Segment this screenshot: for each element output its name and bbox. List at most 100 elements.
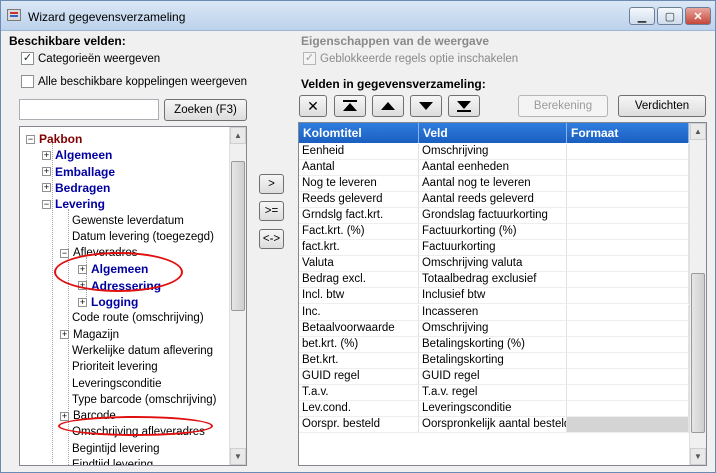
collapse-icon[interactable]: − (26, 134, 35, 144)
grid-scrollbar[interactable]: ▲ ▼ (689, 123, 706, 465)
cell-field[interactable]: T.a.v. regel (419, 384, 567, 401)
cell-field[interactable]: Inclusief btw (419, 288, 567, 305)
cell-title[interactable]: Reeds geleverd (299, 192, 419, 209)
search-button[interactable]: Zoeken (F3) (164, 99, 247, 121)
table-row[interactable]: fact.krt. Factuurkorting (299, 240, 689, 257)
cell-title[interactable]: Oorspr. besteld (299, 416, 419, 433)
move-bottom-button[interactable] (448, 95, 480, 117)
collapse-icon[interactable]: − (60, 248, 69, 258)
table-row[interactable]: T.a.v. T.a.v. regel (299, 384, 689, 401)
collapse-icon[interactable]: − (42, 199, 51, 209)
cell-field[interactable]: Betalingskorting (419, 352, 567, 369)
collapse-button[interactable]: Verdichten (618, 95, 706, 117)
move-down-button[interactable] (410, 95, 442, 117)
expand-icon[interactable]: + (78, 297, 87, 307)
tree-item[interactable]: Eindtijd levering (72, 457, 153, 465)
cell-title[interactable]: Lev.cond. (299, 400, 419, 417)
table-row[interactable]: Oorspr. besteld Oorspronkelijk aantal bes… (299, 416, 689, 433)
tree-item[interactable]: + Algemeen (78, 261, 148, 277)
tree-item[interactable]: Type barcode (omschrijving) (72, 392, 216, 408)
cell-field[interactable]: Leveringsconditie (419, 400, 567, 417)
cell-title[interactable]: Eenheid (299, 144, 419, 160)
dataset-fields-grid[interactable]: Kolomtitel Veld Formaat Eenheid Omschrijv… (298, 122, 707, 466)
cell-title[interactable]: Bedrag excl. (299, 272, 419, 289)
expand-icon[interactable]: + (60, 411, 69, 421)
table-row[interactable]: Betaalvoorwaarde Omschrijving (299, 320, 689, 337)
tree-item[interactable]: Omschrijving afleveradres (72, 424, 205, 440)
cell-field[interactable]: Omschrijving valuta (419, 256, 567, 273)
table-row[interactable]: Incl. btw Inclusief btw (299, 288, 689, 305)
cell-title[interactable]: bet.krt. (%) (299, 336, 419, 353)
cell-field[interactable]: Aantal nog te leveren (419, 176, 567, 193)
cell-title[interactable]: Fact.krt. (%) (299, 224, 419, 241)
tree-item[interactable]: + Bedragen (42, 180, 110, 196)
tree-item[interactable]: Begintijd levering (72, 441, 160, 457)
table-row[interactable]: Bet.krt. Betalingskorting (299, 352, 689, 369)
tree-item[interactable]: + Barcode (60, 408, 116, 424)
tree-item[interactable]: Leveringsconditie (72, 376, 162, 392)
maximize-button[interactable]: ▢ (657, 7, 683, 25)
table-row[interactable]: Aantal Aantal eenheden (299, 160, 689, 177)
scroll-up-icon[interactable]: ▲ (690, 123, 706, 140)
scroll-thumb[interactable] (231, 161, 245, 311)
expand-icon[interactable]: + (42, 167, 51, 177)
cell-format[interactable] (567, 224, 689, 241)
cell-format[interactable] (567, 304, 689, 321)
cell-format[interactable] (567, 192, 689, 209)
cell-title[interactable]: Grndslg fact.krt. (299, 208, 419, 225)
cell-format[interactable] (567, 176, 689, 193)
cell-format[interactable] (567, 160, 689, 177)
cell-title[interactable]: Nog te leveren (299, 176, 419, 193)
tree-item[interactable]: − Afleveradres (60, 245, 138, 261)
scroll-thumb[interactable] (691, 273, 705, 433)
cell-format[interactable] (567, 144, 689, 160)
search-input[interactable] (19, 99, 159, 120)
tree-item[interactable]: Gewenste leverdatum (72, 213, 184, 229)
cell-format[interactable] (567, 256, 689, 273)
cell-format[interactable] (567, 208, 689, 225)
cell-field[interactable]: Factuurkorting (%) (419, 224, 567, 241)
cell-title[interactable]: Betaalvoorwaarde (299, 320, 419, 337)
tree-item[interactable]: Datum levering (toegezegd) (72, 229, 214, 245)
cell-title[interactable]: GUID regel (299, 368, 419, 385)
tree-item[interactable]: Code route (omschrijving) (72, 310, 204, 326)
delete-field-button[interactable]: ✕ (299, 95, 327, 117)
cell-title[interactable]: Valuta (299, 256, 419, 273)
table-row[interactable]: Fact.krt. (%) Factuurkorting (%) (299, 224, 689, 241)
table-row[interactable]: GUID regel GUID regel (299, 368, 689, 385)
cell-field[interactable]: GUID regel (419, 368, 567, 385)
cell-format[interactable] (567, 320, 689, 337)
cell-format[interactable] (567, 400, 689, 417)
cell-title[interactable]: Inc. (299, 304, 419, 321)
add-field-button[interactable]: > (259, 174, 284, 194)
cell-field[interactable]: Omschrijving (419, 144, 567, 160)
scroll-up-icon[interactable]: ▲ (230, 127, 246, 144)
tree-item[interactable]: − Pakbon (26, 131, 82, 147)
table-row[interactable]: Nog te leveren Aantal nog te leveren (299, 176, 689, 193)
tree-item[interactable]: + Emballage (42, 164, 115, 180)
table-row[interactable]: bet.krt. (%) Betalingskorting (%) (299, 336, 689, 353)
expand-icon[interactable]: + (60, 330, 69, 340)
tree-item[interactable]: − Levering (42, 196, 105, 212)
close-button[interactable]: ✕ (685, 7, 711, 25)
tree-item[interactable]: Werkelijke datum aflevering (72, 343, 213, 359)
available-fields-tree[interactable]: − Pakbon + Algemeen + Emballage + Bedragen − Leve… (19, 126, 247, 466)
expand-icon[interactable]: + (42, 150, 51, 160)
move-up-button[interactable] (372, 95, 404, 117)
cell-field[interactable]: Grondslag factuurkorting (419, 208, 567, 225)
cell-field[interactable]: Aantal reeds geleverd (419, 192, 567, 209)
blocked-rows-checkbox[interactable]: ✓ Geblokkeerde regels optie inschakelen (303, 52, 518, 65)
column-header-title[interactable]: Kolomtitel (299, 123, 419, 143)
cell-format[interactable] (567, 416, 689, 433)
table-row[interactable]: Reeds geleverd Aantal reeds geleverd (299, 192, 689, 209)
cell-field[interactable]: Aantal eenheden (419, 160, 567, 177)
cell-field[interactable]: Omschrijving (419, 320, 567, 337)
cell-title[interactable]: Bet.krt. (299, 352, 419, 369)
cell-format[interactable] (567, 352, 689, 369)
table-row[interactable]: Grndslg fact.krt. Grondslag factuurkortin… (299, 208, 689, 225)
table-row[interactable]: Bedrag excl. Totaalbedrag exclusief (299, 272, 689, 289)
scroll-down-icon[interactable]: ▼ (690, 448, 706, 465)
expand-icon[interactable]: + (42, 183, 51, 193)
cell-format[interactable] (567, 336, 689, 353)
cell-field[interactable]: Incasseren (419, 304, 567, 321)
